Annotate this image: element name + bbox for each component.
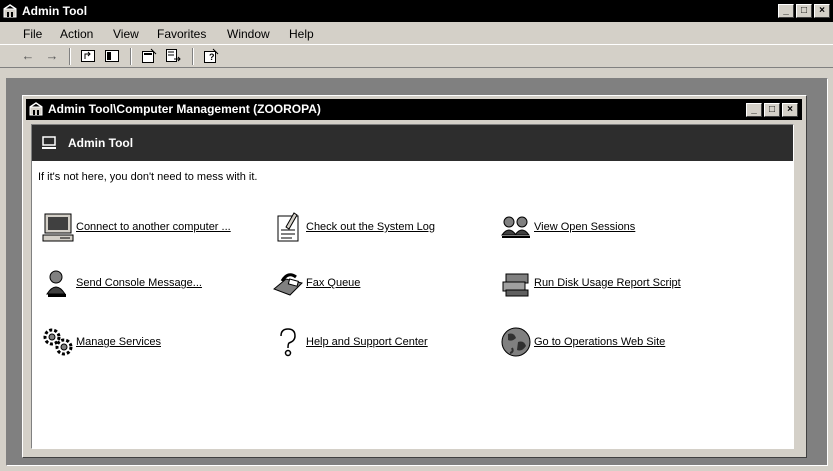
- task-operations-web[interactable]: Go to Operations Web Site: [499, 325, 665, 359]
- child-close-button[interactable]: ×: [782, 103, 798, 117]
- task-console-message[interactable]: Send Console Message...: [41, 266, 202, 300]
- menu-view[interactable]: View: [113, 27, 139, 41]
- task-fax-queue[interactable]: Fax Queue: [271, 266, 360, 300]
- taskpad-content: Admin Tool If it's not here, you don't n…: [31, 124, 794, 449]
- child-maximize-button[interactable]: □: [764, 103, 780, 117]
- child-minimize-button[interactable]: _: [746, 103, 762, 117]
- window-title: Admin Tool: [22, 4, 88, 18]
- up-folder-icon[interactable]: [80, 48, 96, 64]
- task-manage-services[interactable]: Manage Services: [41, 325, 161, 359]
- svg-text:?: ?: [209, 52, 215, 62]
- menu-action[interactable]: Action: [60, 27, 93, 41]
- admin-tool-icon: [29, 102, 43, 116]
- task-link[interactable]: Run Disk Usage Report Script: [534, 277, 681, 289]
- task-disk-usage[interactable]: Run Disk Usage Report Script: [499, 266, 681, 300]
- task-link[interactable]: Help and Support Center: [306, 336, 428, 348]
- banner-title: Admin Tool: [68, 136, 134, 150]
- toolbar-separator: [69, 48, 71, 65]
- gears-icon: [41, 325, 75, 359]
- taskpad-banner: Admin Tool: [32, 125, 793, 161]
- child-title-bar[interactable]: Admin Tool\Computer Management (ZOOROPA)…: [26, 99, 802, 120]
- child-window: Admin Tool\Computer Management (ZOOROPA)…: [22, 95, 807, 458]
- notepad-icon: [271, 210, 305, 244]
- properties-icon[interactable]: [141, 48, 157, 64]
- toolbar-separator: [130, 48, 132, 65]
- task-connect-computer[interactable]: Connect to another computer ...: [41, 210, 231, 244]
- task-link[interactable]: Manage Services: [76, 336, 161, 348]
- menu-window[interactable]: Window: [227, 27, 270, 41]
- forward-arrow-icon[interactable]: →: [44, 48, 60, 64]
- question-icon: [271, 325, 305, 359]
- back-arrow-icon[interactable]: ←: [20, 48, 36, 64]
- toolbar: ← → ?: [0, 44, 833, 68]
- export-list-icon[interactable]: [165, 48, 181, 64]
- menu-file[interactable]: File: [23, 27, 42, 41]
- disk-drives-icon: [499, 266, 533, 300]
- computer-icon: [41, 210, 75, 244]
- minimize-button[interactable]: _: [778, 4, 794, 18]
- task-link[interactable]: Go to Operations Web Site: [534, 336, 665, 348]
- computer-icon: [42, 136, 56, 149]
- menu-help[interactable]: Help: [289, 27, 314, 41]
- task-help-support[interactable]: Help and Support Center: [271, 325, 428, 359]
- globe-icon: [499, 325, 533, 359]
- task-system-log[interactable]: Check out the System Log: [271, 210, 435, 244]
- task-link[interactable]: Send Console Message...: [76, 277, 202, 289]
- users-icon: [499, 210, 533, 244]
- admin-tool-icon: [3, 4, 17, 18]
- task-open-sessions[interactable]: View Open Sessions: [499, 210, 635, 244]
- fax-icon: [271, 266, 305, 300]
- intro-text: If it's not here, you don't need to mess…: [38, 171, 258, 183]
- close-button[interactable]: ×: [814, 4, 830, 18]
- task-link[interactable]: Connect to another computer ...: [76, 221, 231, 233]
- task-link[interactable]: View Open Sessions: [534, 221, 635, 233]
- menu-bar: File Action View Favorites Window Help: [0, 22, 833, 44]
- menu-favorites[interactable]: Favorites: [157, 27, 206, 41]
- child-window-title: Admin Tool\Computer Management (ZOOROPA): [48, 102, 321, 116]
- maximize-button[interactable]: □: [796, 4, 812, 18]
- task-link[interactable]: Fax Queue: [306, 277, 360, 289]
- task-link[interactable]: Check out the System Log: [306, 221, 435, 233]
- main-title-bar[interactable]: Admin Tool _ □ ×: [0, 0, 833, 22]
- show-hide-tree-icon[interactable]: [104, 48, 120, 64]
- toolbar-separator: [192, 48, 194, 65]
- user-message-icon: [41, 266, 75, 300]
- help-icon[interactable]: ?: [203, 48, 219, 64]
